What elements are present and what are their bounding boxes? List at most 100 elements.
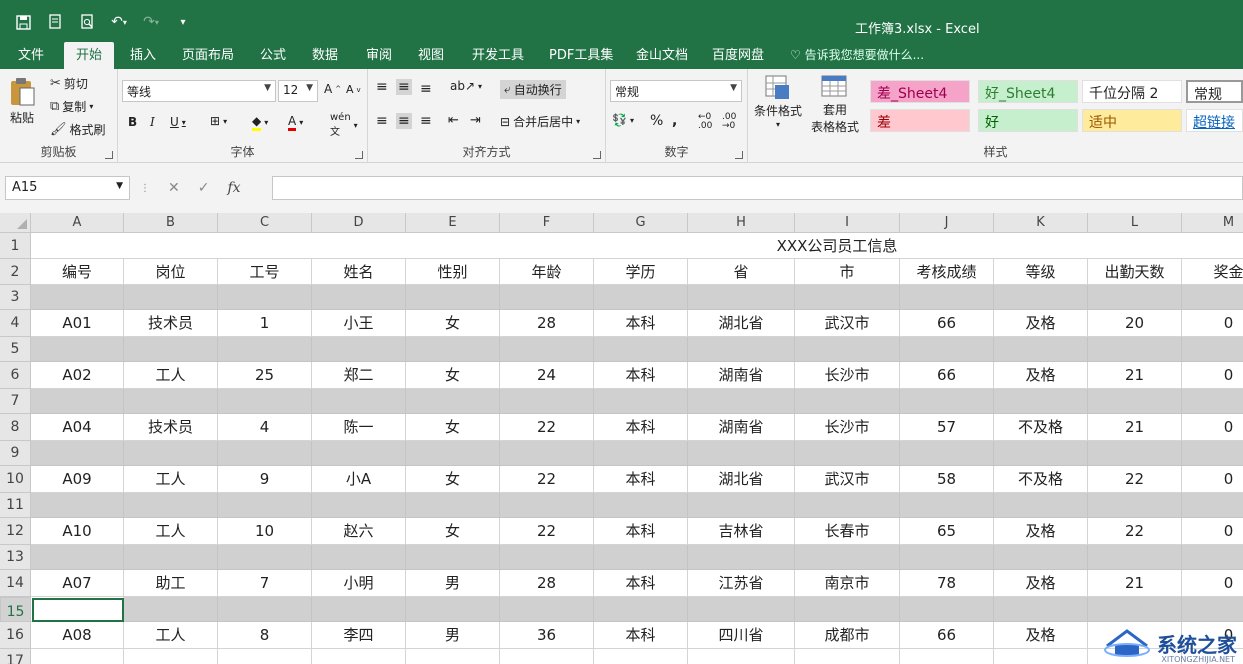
empty-cell[interactable]: [124, 597, 218, 622]
active-cell-cursor[interactable]: [32, 598, 124, 622]
save-icon[interactable]: [10, 11, 36, 33]
table-cell[interactable]: 21: [1088, 414, 1182, 441]
row-header-11[interactable]: 11: [0, 493, 31, 518]
empty-cell[interactable]: [688, 597, 795, 622]
table-cell[interactable]: 成都市: [795, 622, 900, 649]
empty-cell[interactable]: [1088, 285, 1182, 310]
underline-button[interactable]: U ▾: [170, 115, 186, 129]
cut-button[interactable]: ✂ 剪切: [50, 75, 88, 92]
table-cell[interactable]: 78: [900, 570, 994, 597]
table-cell[interactable]: 0: [1182, 570, 1243, 597]
empty-cell[interactable]: [594, 337, 688, 362]
row-header-5[interactable]: 5: [0, 337, 31, 362]
empty-cell[interactable]: [500, 649, 594, 664]
empty-cell[interactable]: [406, 493, 500, 518]
italic-button[interactable]: I: [150, 115, 155, 129]
conditional-format-button[interactable]: 条件格式 ▾: [752, 75, 804, 129]
empty-cell[interactable]: [900, 285, 994, 310]
cell-style-hyperlink[interactable]: 超链接: [1186, 109, 1243, 132]
empty-cell[interactable]: [594, 597, 688, 622]
table-cell[interactable]: 0: [1182, 518, 1243, 545]
sheet-title-cell[interactable]: XXX公司员工信息: [31, 233, 1243, 259]
paste-button[interactable]: 粘贴: [8, 77, 36, 126]
column-header-J[interactable]: J: [900, 213, 994, 233]
table-cell[interactable]: 0: [1182, 466, 1243, 493]
table-cell[interactable]: 小明: [312, 570, 406, 597]
row-header-15[interactable]: 15: [0, 597, 31, 622]
align-left-button[interactable]: ≡: [376, 113, 388, 129]
table-cell[interactable]: 0: [1182, 414, 1243, 441]
empty-cell[interactable]: [994, 493, 1088, 518]
empty-cell[interactable]: [406, 597, 500, 622]
empty-cell[interactable]: [900, 545, 994, 570]
empty-cell[interactable]: [312, 389, 406, 414]
tab-page-layout[interactable]: 页面布局: [170, 42, 246, 69]
cell-style-normal[interactable]: 常规: [1186, 80, 1243, 103]
bold-button[interactable]: B: [128, 115, 137, 129]
empty-cell[interactable]: [124, 441, 218, 466]
header-cell[interactable]: 学历: [594, 259, 688, 285]
align-bottom-button[interactable]: ≡: [420, 81, 432, 97]
table-cell[interactable]: 66: [900, 622, 994, 649]
tab-view[interactable]: 视图: [406, 42, 456, 69]
empty-cell[interactable]: [312, 285, 406, 310]
empty-cell[interactable]: [500, 441, 594, 466]
table-cell[interactable]: 及格: [994, 570, 1088, 597]
tab-insert[interactable]: 插入: [118, 42, 168, 69]
empty-cell[interactable]: [312, 597, 406, 622]
align-center-button[interactable]: ≡: [396, 113, 412, 129]
table-cell[interactable]: 技术员: [124, 310, 218, 337]
table-cell[interactable]: 女: [406, 518, 500, 545]
table-cell[interactable]: 1: [218, 310, 312, 337]
empty-cell[interactable]: [994, 441, 1088, 466]
font-size-select[interactable]: 12 ▼: [278, 80, 318, 102]
empty-cell[interactable]: [406, 649, 500, 664]
empty-cell[interactable]: [31, 285, 124, 310]
header-cell[interactable]: 岗位: [124, 259, 218, 285]
copy-button[interactable]: ⧉ 复制 ▾: [50, 98, 93, 115]
table-cell[interactable]: 0: [1182, 362, 1243, 389]
wrap-text-button[interactable]: ⤶ 自动换行: [500, 80, 566, 99]
empty-cell[interactable]: [500, 545, 594, 570]
table-cell[interactable]: 小王: [312, 310, 406, 337]
empty-cell[interactable]: [900, 441, 994, 466]
font-launcher-icon[interactable]: [355, 151, 363, 159]
table-cell[interactable]: 四川省: [688, 622, 795, 649]
empty-cell[interactable]: [594, 441, 688, 466]
tab-developer[interactable]: 开发工具: [460, 42, 536, 69]
table-cell[interactable]: 陈一: [312, 414, 406, 441]
table-cell[interactable]: 22: [500, 466, 594, 493]
table-cell[interactable]: 助工: [124, 570, 218, 597]
empty-cell[interactable]: [1182, 597, 1243, 622]
empty-cell[interactable]: [406, 441, 500, 466]
cell-style-bad-sheet4[interactable]: 差_Sheet4: [870, 80, 970, 103]
empty-cell[interactable]: [31, 389, 124, 414]
merge-center-button[interactable]: ⊟ 合并后居中 ▾: [500, 113, 580, 130]
empty-cell[interactable]: [994, 545, 1088, 570]
undo-icon[interactable]: ↶ ▾: [106, 11, 132, 33]
column-header-L[interactable]: L: [1088, 213, 1182, 233]
header-cell[interactable]: 出勤天数: [1088, 259, 1182, 285]
decrease-font-size-button[interactable]: Av: [346, 83, 361, 96]
table-cell[interactable]: 66: [900, 362, 994, 389]
empty-cell[interactable]: [312, 441, 406, 466]
table-cell[interactable]: 24: [500, 362, 594, 389]
empty-cell[interactable]: [124, 545, 218, 570]
table-cell[interactable]: 20: [1088, 310, 1182, 337]
empty-cell[interactable]: [688, 493, 795, 518]
table-cell[interactable]: 本科: [594, 310, 688, 337]
tab-baidu-netdisk[interactable]: 百度网盘: [700, 42, 776, 69]
empty-cell[interactable]: [31, 493, 124, 518]
table-cell[interactable]: 36: [500, 622, 594, 649]
table-cell[interactable]: 28: [500, 310, 594, 337]
column-header-C[interactable]: C: [218, 213, 312, 233]
empty-cell[interactable]: [124, 493, 218, 518]
empty-cell[interactable]: [500, 597, 594, 622]
empty-cell[interactable]: [218, 597, 312, 622]
tab-home[interactable]: 开始: [64, 42, 115, 69]
empty-cell[interactable]: [795, 389, 900, 414]
table-cell[interactable]: 武汉市: [795, 466, 900, 493]
table-cell[interactable]: 工人: [124, 362, 218, 389]
header-cell[interactable]: 等级: [994, 259, 1088, 285]
empty-cell[interactable]: [406, 285, 500, 310]
